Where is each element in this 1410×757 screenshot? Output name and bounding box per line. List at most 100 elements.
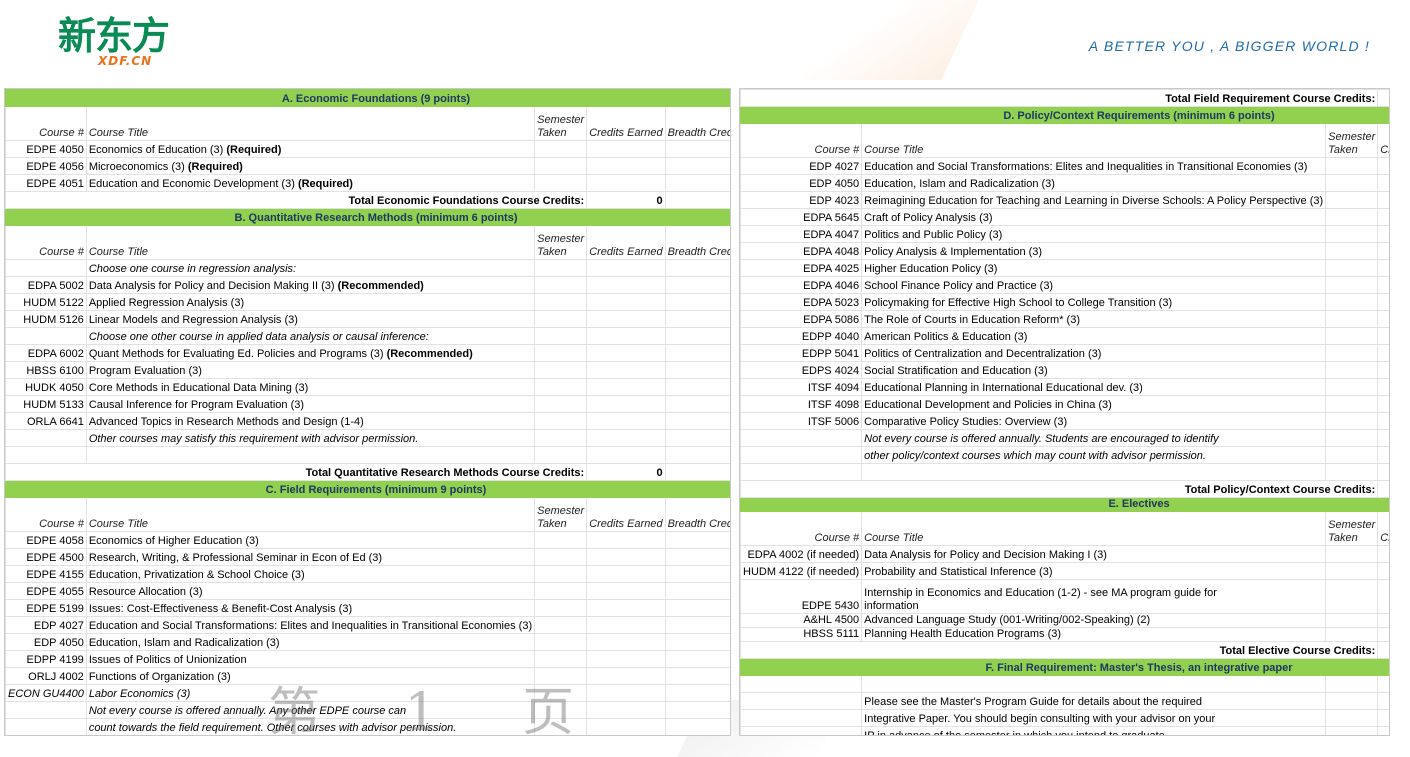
course-table-right: Total Field Requirement Course Credits:0… [740, 89, 1389, 735]
course-number: EDPA 4002 (if needed) [740, 545, 863, 563]
course-row: HBSS 6100 Program Evaluation (3) [5, 361, 730, 379]
total-label: Total Policy/Context Course Credits: [740, 480, 1379, 498]
credits-cell [586, 633, 666, 651]
course-row: EDPE 4055 Resource Allocation (3) [5, 582, 730, 600]
section-header: D. Policy/Context Requirements (minimum … [740, 106, 1389, 124]
semester-cell [1325, 191, 1379, 209]
course-row: ITSF 4094 Educational Planning in Interna… [740, 378, 1389, 396]
empty-cell [5, 429, 87, 447]
note-row: Please see the Master's Program Guide fo… [740, 692, 1389, 710]
course-title-text: Labor Economics (3) [88, 688, 191, 700]
credits-cell [1377, 627, 1389, 642]
course-title: Advanced Language Study (001-Writing/002… [861, 613, 1327, 628]
course-title: Planning Health Education Programs (3) [861, 627, 1327, 642]
total-credits-earned: 0 [1377, 641, 1389, 659]
semester-cell [1325, 613, 1379, 628]
semester-cell [534, 327, 588, 345]
course-title-text: School Finance Policy and Practice (3) [864, 280, 1054, 292]
section-header: F. Final Requirement: Master's Thesis, a… [740, 658, 1389, 676]
course-number: ITSF 4098 [740, 395, 863, 413]
course-number: EDP 4027 [5, 616, 87, 634]
course-number: EDPP 4040 [740, 327, 863, 345]
credits-cell [586, 344, 666, 362]
course-title: Linear Models and Regression Analysis (3… [85, 310, 536, 328]
breadth-cell [664, 582, 730, 600]
course-row: HUDM 4122 (if needed) Probability and Sta… [740, 562, 1389, 580]
credits-cell [586, 310, 666, 328]
credits-cell [1377, 545, 1389, 563]
semester-taken-header: Semester Taken [534, 497, 588, 532]
course-number-header: Course # [5, 225, 87, 260]
credits-cell [1377, 429, 1389, 447]
credits-cell [1377, 327, 1389, 345]
note-row: Other courses may satisfy this requireme… [5, 429, 730, 447]
breadth-credits-header: Breadth Credits [664, 225, 730, 260]
course-number-header: Course # [740, 123, 863, 158]
course-title: Education and Social Transformations: El… [861, 157, 1327, 175]
course-number: EDPP 5041 [740, 344, 863, 362]
course-title: Economics of Higher Education (3) [85, 531, 536, 549]
course-title-line2: information [864, 600, 919, 612]
credits-cell [1377, 174, 1389, 192]
semester-cell [534, 174, 588, 192]
credits-cell [586, 599, 666, 617]
empty-cell [586, 446, 666, 464]
semester-cell [1325, 627, 1379, 642]
credits-cell [1377, 344, 1389, 362]
course-number-header: Course # [5, 497, 87, 532]
empty-cell [1377, 675, 1389, 693]
note-row: Choose one other course in applied data … [5, 327, 730, 345]
course-number: HUDM 5133 [5, 395, 87, 413]
course-number: EDPE 4058 [5, 531, 87, 549]
course-number: ECON GU4400 [5, 684, 87, 702]
semester-cell [1325, 344, 1379, 362]
total-row: Total Elective Course Credits:00 [740, 641, 1389, 659]
breadth-cell [664, 684, 730, 702]
course-requirement-tag: (Required) [187, 161, 243, 173]
section-header: B. Quantitative Research Methods (minimu… [5, 208, 730, 226]
course-number: EDP 4050 [5, 633, 87, 651]
course-title: Quant Methods for Evaluating Ed. Policie… [85, 344, 536, 362]
course-title-text: Issues: Cost-Effectiveness & Benefit-Cos… [88, 603, 353, 615]
course-title-text: Educational Development and Policies in … [864, 399, 1112, 411]
logo-domain-text: XDF.CN [98, 54, 153, 68]
semester-cell [1325, 276, 1379, 294]
semester-cell [1325, 709, 1379, 727]
course-number: ITSF 5006 [740, 412, 863, 430]
semester-cell [534, 565, 588, 583]
blank-row [740, 675, 1389, 693]
section-title: C. Field Requirements (minimum 9 points) [5, 480, 730, 498]
section-title: E. Electives [740, 497, 1389, 512]
course-row: EDPE 4051 Education and Economic Developm… [5, 174, 730, 192]
empty-cell [534, 446, 588, 464]
semester-header-line1: Semester [537, 233, 585, 245]
course-title: Education, Privatization & School Choice… [85, 565, 536, 583]
course-row: EDP 4023 Reimagining Education for Teachi… [740, 191, 1389, 209]
course-title: Education and Social Transformations: El… [85, 616, 536, 634]
course-number: EDPA 5086 [740, 310, 863, 328]
course-title-text: Quant Methods for Evaluating Ed. Policie… [88, 348, 387, 360]
credits-cell [1377, 259, 1389, 277]
course-number: EDPA 5023 [740, 293, 863, 311]
semester-header-line2: Taken [537, 127, 567, 139]
course-title: Policymaking for Effective High School t… [861, 293, 1327, 311]
empty-cell [861, 463, 1327, 481]
course-number: EDPA 4047 [740, 225, 863, 243]
course-row: EDPE 4500 Research, Writing, & Profession… [5, 548, 730, 566]
course-number: EDPE 4055 [5, 582, 87, 600]
credits-cell [586, 718, 666, 735]
note-text: Please see the Master's Program Guide fo… [861, 692, 1327, 710]
credits-cell [1377, 395, 1389, 413]
course-row: EDPA 4048 Policy Analysis & Implementatio… [740, 242, 1389, 260]
note-text: Not every course is offered annually. St… [861, 429, 1327, 447]
credits-cell [586, 174, 666, 192]
course-title-line1: Internship in Economics and Education (1… [864, 587, 1217, 599]
course-title: Advanced Topics in Research Methods and … [85, 412, 536, 430]
course-number: HUDM 5126 [5, 310, 87, 328]
column-header-row: Course #Course TitleSemesterTakenCredits… [5, 106, 730, 141]
course-title: Politics and Public Policy (3) [861, 225, 1327, 243]
breadth-cell [664, 616, 730, 634]
semester-cell [534, 684, 588, 702]
xdf-logo: 新东方 XDF.CN [58, 14, 188, 76]
course-title-text: American Politics & Education (3) [864, 331, 1028, 343]
